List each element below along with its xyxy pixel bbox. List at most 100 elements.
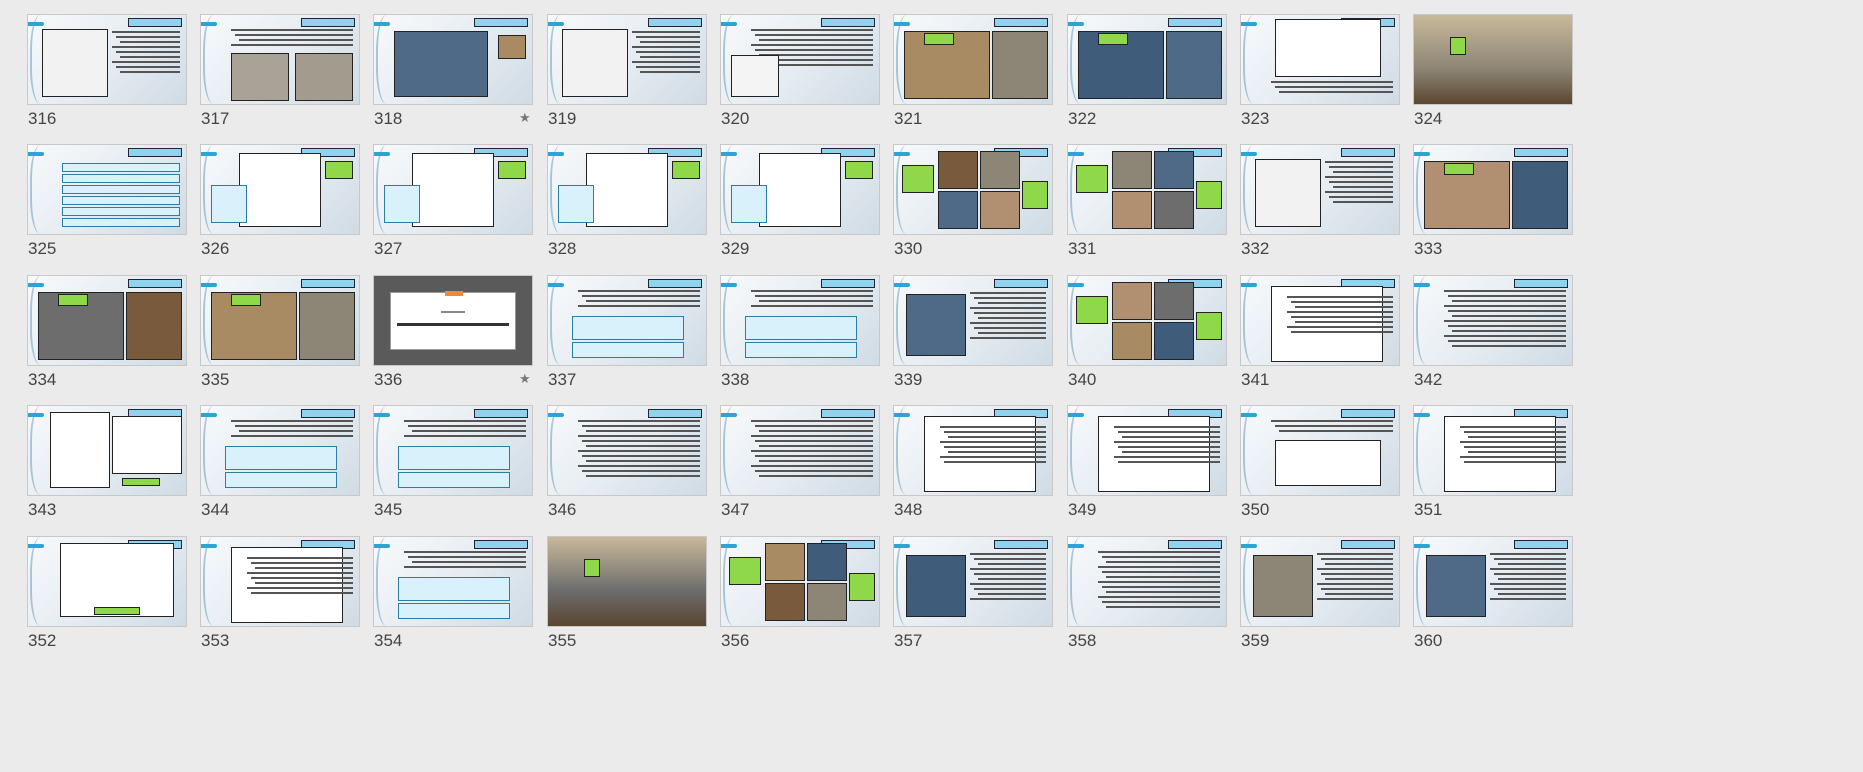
slide-thumbnail[interactable]: 351: [1413, 405, 1573, 535]
slide-thumbnail[interactable]: 356: [720, 536, 880, 666]
slide-preview[interactable]: [1240, 405, 1400, 496]
star-icon[interactable]: ★: [519, 111, 531, 126]
slide-thumbnail[interactable]: 318 ★: [373, 14, 533, 144]
slide-diagram: [112, 416, 182, 474]
slide-preview[interactable]: [1413, 536, 1573, 627]
slide-thumbnail[interactable]: 348: [893, 405, 1053, 535]
slide-thumbnail[interactable]: 350: [1240, 405, 1400, 535]
slide-preview[interactable]: [200, 14, 360, 105]
slide-preview[interactable]: [27, 144, 187, 235]
star-icon[interactable]: ★: [519, 372, 531, 387]
slide-thumbnail[interactable]: 341: [1240, 275, 1400, 405]
slide-preview[interactable]: [1067, 275, 1227, 366]
slide-preview[interactable]: [1413, 275, 1573, 366]
slide-thumbnail[interactable]: 344: [200, 405, 360, 535]
slide-thumbnail[interactable]: 320: [720, 14, 880, 144]
slide-preview[interactable]: [1240, 144, 1400, 235]
text-line: [1325, 161, 1393, 163]
slide-preview[interactable]: [373, 405, 533, 496]
slide-preview[interactable]: [373, 536, 533, 627]
slide-thumbnail[interactable]: 345: [373, 405, 533, 535]
slide-thumbnail[interactable]: 352: [27, 536, 187, 666]
slide-preview[interactable]: [1240, 14, 1400, 105]
slide-preview[interactable]: [200, 275, 360, 366]
slide-thumbnail[interactable]: 328: [547, 144, 707, 274]
slide-preview[interactable]: [720, 275, 880, 366]
slide-thumbnail[interactable]: 349: [1067, 405, 1227, 535]
slide-preview[interactable]: [1067, 536, 1227, 627]
slide-thumbnail[interactable]: 336 ★: [373, 275, 533, 405]
slide-thumbnail[interactable]: 358: [1067, 536, 1227, 666]
slide-thumbnail[interactable]: 331: [1067, 144, 1227, 274]
slide-thumbnail[interactable]: 319: [547, 14, 707, 144]
slide-thumbnail[interactable]: 333: [1413, 144, 1573, 274]
slide-preview[interactable]: [547, 405, 707, 496]
slide-preview[interactable]: [1067, 144, 1227, 235]
slide-thumbnail[interactable]: 330: [893, 144, 1053, 274]
slide-thumbnail[interactable]: 347: [720, 405, 880, 535]
slide-preview[interactable]: [27, 14, 187, 105]
slide-preview[interactable]: [547, 536, 707, 627]
slide-preview[interactable]: [27, 536, 187, 627]
slide-preview[interactable]: [547, 275, 707, 366]
slide-preview[interactable]: [373, 275, 533, 366]
list-box: [62, 163, 180, 172]
slide-preview[interactable]: [893, 536, 1053, 627]
slide-thumbnail[interactable]: 339: [893, 275, 1053, 405]
slide-thumbnail[interactable]: 329: [720, 144, 880, 274]
slide-thumbnail[interactable]: 354: [373, 536, 533, 666]
slide-thumbnail[interactable]: 332: [1240, 144, 1400, 274]
slide-preview[interactable]: [893, 144, 1053, 235]
slide-number: 326: [201, 239, 230, 258]
slide-preview[interactable]: [1240, 275, 1400, 366]
slide-preview[interactable]: [1240, 536, 1400, 627]
slide-thumbnail[interactable]: 334: [27, 275, 187, 405]
slide-thumbnail[interactable]: 342: [1413, 275, 1573, 405]
slide-thumbnail[interactable]: 340: [1067, 275, 1227, 405]
slide-preview[interactable]: [720, 14, 880, 105]
slide-preview[interactable]: [720, 405, 880, 496]
slide-thumbnail[interactable]: 355: [547, 536, 707, 666]
text-line: [1498, 578, 1566, 580]
slide-thumbnail[interactable]: 343: [27, 405, 187, 535]
slide-preview[interactable]: [547, 144, 707, 235]
slide-preview[interactable]: [720, 144, 880, 235]
slide-thumbnail[interactable]: 338: [720, 275, 880, 405]
slide-preview[interactable]: [893, 275, 1053, 366]
slide-preview[interactable]: [1067, 405, 1227, 496]
text-line: [1448, 295, 1566, 297]
slide-thumbnail[interactable]: 357: [893, 536, 1053, 666]
slide-thumbnail[interactable]: 359: [1240, 536, 1400, 666]
slide-thumbnail[interactable]: 323: [1240, 14, 1400, 144]
slide-preview[interactable]: [1413, 405, 1573, 496]
slide-thumbnail[interactable]: 335: [200, 275, 360, 405]
slide-thumbnail[interactable]: 326: [200, 144, 360, 274]
slide-thumbnail[interactable]: 346: [547, 405, 707, 535]
slide-preview[interactable]: [200, 405, 360, 496]
slide-preview[interactable]: [893, 405, 1053, 496]
slide-preview[interactable]: [1413, 144, 1573, 235]
slide-preview[interactable]: [200, 536, 360, 627]
slide-thumbnail[interactable]: 324: [1413, 14, 1573, 144]
slide-preview[interactable]: [720, 536, 880, 627]
slide-thumbnail[interactable]: 321: [893, 14, 1053, 144]
slide-thumbnail[interactable]: 360: [1413, 536, 1573, 666]
slide-thumbnail[interactable]: 317: [200, 14, 360, 144]
slide-thumbnail[interactable]: 353: [200, 536, 360, 666]
slide-preview[interactable]: [373, 14, 533, 105]
slide-preview[interactable]: [200, 144, 360, 235]
slide-thumbnail[interactable]: 316: [27, 14, 187, 144]
slide-thumbnail[interactable]: 327: [373, 144, 533, 274]
text-line: [1122, 451, 1220, 453]
slide-preview[interactable]: [1413, 14, 1573, 105]
text-line: [1444, 290, 1566, 292]
slide-preview[interactable]: [893, 14, 1053, 105]
slide-thumbnail[interactable]: 337: [547, 275, 707, 405]
slide-preview[interactable]: [547, 14, 707, 105]
slide-preview[interactable]: [373, 144, 533, 235]
slide-thumbnail[interactable]: 325: [27, 144, 187, 274]
slide-preview[interactable]: [27, 275, 187, 366]
slide-preview[interactable]: [1067, 14, 1227, 105]
slide-thumbnail[interactable]: 322: [1067, 14, 1227, 144]
slide-preview[interactable]: [27, 405, 187, 496]
